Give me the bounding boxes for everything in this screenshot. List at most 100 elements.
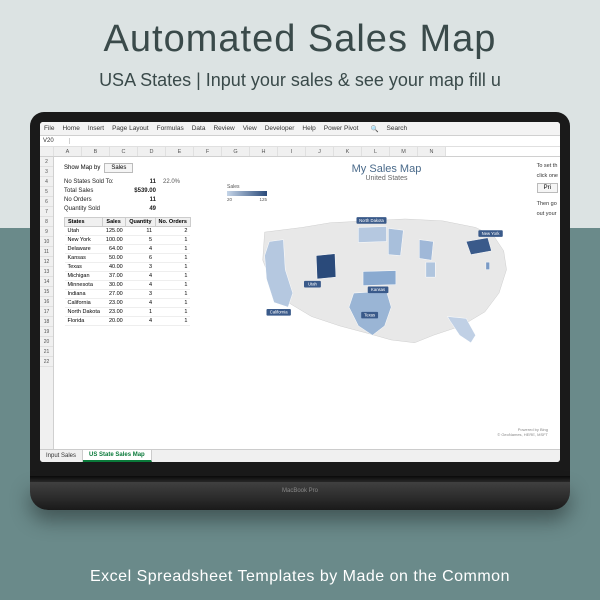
tab-file[interactable]: File	[44, 125, 54, 132]
row-header[interactable]: 17	[40, 307, 53, 317]
search-label[interactable]: Search	[387, 125, 408, 132]
row-header[interactable]: 5	[40, 187, 53, 197]
search-icon[interactable]: 🔍	[370, 125, 378, 133]
svg-text:California: California	[270, 310, 288, 315]
laptop-mockup: File Home Insert Page Layout Formulas Da…	[30, 112, 570, 510]
map-chart[interactable]: My Sales Map United States Sales 20125 U…	[219, 161, 554, 439]
sheet-tabs: Input Sales US State Sales Map	[40, 449, 560, 462]
table-row[interactable]: Utah125.00112	[65, 227, 191, 236]
us-map-svg: Utah North Dakota Kansas Texas Californi…	[219, 204, 554, 354]
name-box[interactable]: V20	[40, 138, 70, 144]
col-header[interactable]: K	[334, 147, 362, 156]
tab-view[interactable]: View	[243, 125, 257, 132]
state-indiana	[426, 262, 435, 277]
col-header[interactable]: J	[306, 147, 334, 156]
tab-home[interactable]: Home	[62, 125, 79, 132]
col-header[interactable]: I	[278, 147, 306, 156]
state-florida	[447, 317, 475, 343]
table-header[interactable]: No. Orders	[155, 218, 190, 227]
row-header[interactable]: 10	[40, 237, 53, 247]
side-button[interactable]: Pri	[537, 183, 558, 193]
tab-review[interactable]: Review	[213, 125, 234, 132]
show-map-button[interactable]: Sales	[104, 163, 133, 173]
state-delaware	[486, 262, 490, 270]
svg-text:North Dakota: North Dakota	[359, 218, 384, 223]
table-row[interactable]: Minnesota30.0041	[65, 281, 191, 290]
col-header[interactable]: E	[166, 147, 194, 156]
tab-formulas[interactable]: Formulas	[157, 125, 184, 132]
row-header[interactable]: 6	[40, 197, 53, 207]
row-header[interactable]: 2	[40, 157, 53, 167]
row-header[interactable]: 9	[40, 227, 53, 237]
row-header[interactable]: 14	[40, 277, 53, 287]
row-header[interactable]: 15	[40, 287, 53, 297]
tab-data[interactable]: Data	[192, 125, 206, 132]
state-michigan	[419, 240, 433, 261]
col-header[interactable]: G	[222, 147, 250, 156]
select-all-corner[interactable]	[40, 147, 54, 156]
row-header[interactable]: 12	[40, 257, 53, 267]
tab-developer[interactable]: Developer	[265, 125, 295, 132]
tab-power-pivot[interactable]: Power Pivot	[324, 125, 359, 132]
col-header[interactable]: A	[54, 147, 82, 156]
row-header[interactable]: 18	[40, 317, 53, 327]
row-header[interactable]: 8	[40, 217, 53, 227]
state-north-dakota	[358, 227, 386, 243]
col-header[interactable]: N	[418, 147, 446, 156]
row-header[interactable]: 16	[40, 297, 53, 307]
state-minnesota	[388, 228, 403, 255]
table-header[interactable]: Quantity	[126, 218, 155, 227]
col-header[interactable]: B	[82, 147, 110, 156]
map-legend: Sales 20125	[227, 184, 554, 202]
state-utah	[316, 254, 336, 279]
tab-page-layout[interactable]: Page Layout	[112, 125, 149, 132]
show-map-label: Show Map by	[64, 165, 100, 171]
col-header[interactable]: D	[138, 147, 166, 156]
table-row[interactable]: North Dakota23.0011	[65, 308, 191, 317]
row-header[interactable]: 21	[40, 347, 53, 357]
table-header[interactable]: Sales	[103, 218, 126, 227]
row-headers: 2345678910111213141516171819202122	[40, 157, 54, 449]
col-header[interactable]: F	[194, 147, 222, 156]
map-title: My Sales Map	[219, 163, 554, 175]
tab-help[interactable]: Help	[302, 125, 315, 132]
svg-text:Utah: Utah	[308, 282, 318, 287]
col-header[interactable]: M	[390, 147, 418, 156]
row-header[interactable]: 11	[40, 247, 53, 257]
row-header[interactable]: 13	[40, 267, 53, 277]
table-row[interactable]: Michigan37.0041	[65, 272, 191, 281]
tab-insert[interactable]: Insert	[88, 125, 104, 132]
map-subtitle: United States	[219, 175, 554, 182]
worksheet-content[interactable]: Show Map by Sales No States Sold To:1122…	[54, 157, 560, 449]
formula-bar: V20	[40, 136, 560, 147]
col-header[interactable]: L	[362, 147, 390, 156]
row-header[interactable]: 4	[40, 177, 53, 187]
tab-input-sales[interactable]: Input Sales	[40, 450, 83, 462]
footer-text: Excel Spreadsheet Templates by Made on t…	[0, 568, 600, 586]
svg-text:New York: New York	[482, 231, 501, 236]
row-header[interactable]: 19	[40, 327, 53, 337]
table-row[interactable]: California23.0041	[65, 299, 191, 308]
table-row[interactable]: Indiana27.0031	[65, 290, 191, 299]
state-kansas	[363, 271, 396, 286]
hero-title: Automated Sales Map	[0, 18, 600, 61]
row-header[interactable]: 20	[40, 337, 53, 347]
row-header[interactable]: 3	[40, 167, 53, 177]
map-attribution: Powered by Bing© GeoNames, HERE, MSFT	[497, 427, 548, 437]
tab-us-state-sales-map[interactable]: US State Sales Map	[83, 450, 152, 462]
table-row[interactable]: Kansas50.0061	[65, 254, 191, 263]
excel-window: File Home Insert Page Layout Formulas Da…	[40, 122, 560, 462]
table-row[interactable]: Florida20.0041	[65, 317, 191, 326]
table-row[interactable]: New York100.0051	[65, 236, 191, 245]
hero-subtitle: USA States | Input your sales & see your…	[0, 70, 600, 91]
col-header[interactable]: C	[110, 147, 138, 156]
table-row[interactable]: Delaware64.0041	[65, 245, 191, 254]
col-header[interactable]: H	[250, 147, 278, 156]
row-header[interactable]: 22	[40, 357, 53, 367]
table-header[interactable]: States	[65, 218, 103, 227]
svg-text:Texas: Texas	[364, 313, 375, 318]
svg-text:Kansas: Kansas	[371, 287, 385, 292]
ribbon-tabs: File Home Insert Page Layout Formulas Da…	[40, 122, 560, 136]
table-row[interactable]: Texas40.0031	[65, 263, 191, 272]
row-header[interactable]: 7	[40, 207, 53, 217]
